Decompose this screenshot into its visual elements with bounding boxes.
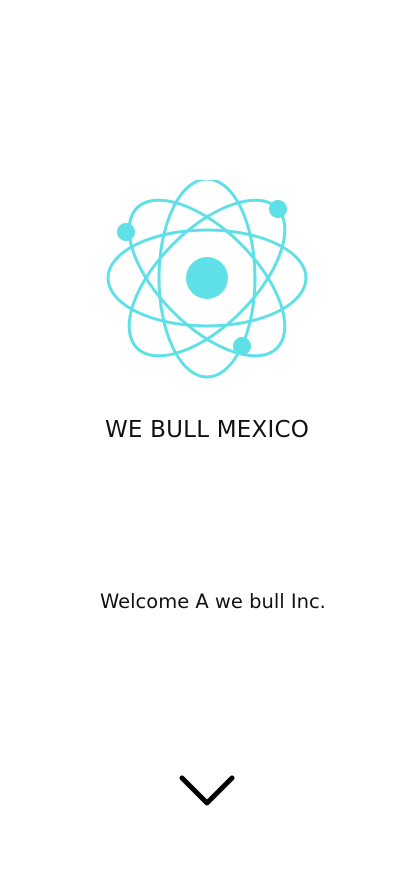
chevron-down-icon[interactable]	[178, 770, 236, 814]
atom-icon	[106, 180, 308, 379]
welcome-message: Welcome A we bull Inc.	[100, 590, 326, 613]
brand-title: WE BULL MEXICO	[104, 417, 310, 443]
